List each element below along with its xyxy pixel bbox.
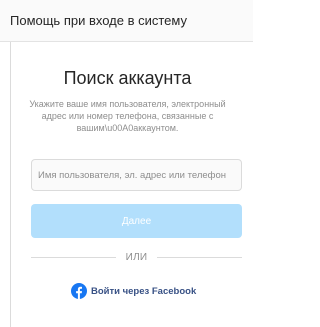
divider-line-right: [157, 256, 242, 258]
find-account-heading: Поиск аккаунта: [63, 68, 192, 88]
top-bar: Помощь при входе в систему: [0, 0, 253, 42]
find-account-description: Укажите ваше имя пользователя, электронн…: [29, 99, 226, 133]
or-divider: ИЛИ: [31, 250, 242, 264]
find-account-card: Поиск аккаунта Укажите ваше имя пользова…: [10, 42, 253, 327]
facebook-login-link[interactable]: Войти через Facebook: [71, 282, 196, 300]
account-search-input[interactable]: [31, 159, 242, 191]
page-title: Помощь при входе в систему: [10, 13, 187, 28]
facebook-icon: [71, 283, 87, 299]
facebook-login-label: Войти через Facebook: [91, 285, 197, 297]
divider-line-left: [31, 256, 116, 258]
divider-label: ИЛИ: [125, 251, 148, 263]
next-button[interactable]: Далее: [31, 204, 242, 238]
